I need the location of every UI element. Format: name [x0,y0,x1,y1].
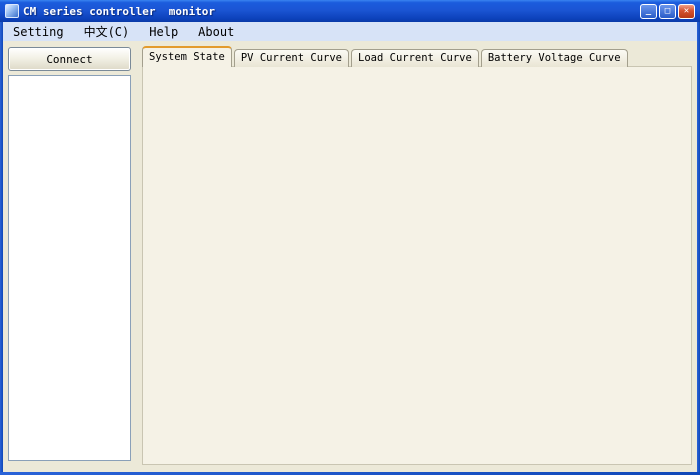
menu-setting[interactable]: Setting [3,23,74,41]
connect-button[interactable]: Connect [8,47,131,71]
system-state-panel [142,66,692,465]
close-button-icon[interactable]: ✕ [678,4,695,19]
window-title: CM series controller monitor [23,5,215,18]
menu-help[interactable]: Help [139,23,188,41]
tab-battery-voltage-curve[interactable]: Battery Voltage Curve [481,49,628,67]
menu-language[interactable]: 中文(C) [74,21,140,42]
title-bar: CM series controller monitor _ □ ✕ [0,0,700,22]
app-icon [5,4,19,18]
app-window: CM series controller monitor _ □ ✕ Setti… [0,0,700,475]
tab-system-state[interactable]: System State [142,46,232,67]
device-list[interactable] [8,75,131,461]
tab-load-current-curve[interactable]: Load Current Curve [351,49,479,67]
tab-pv-current-curve[interactable]: PV Current Curve [234,49,349,67]
menu-about[interactable]: About [188,23,244,41]
tab-strip: System State PV Current Curve Load Curre… [142,47,630,67]
minimize-button-icon[interactable]: _ [640,4,657,19]
maximize-button-icon[interactable]: □ [659,4,676,19]
window-border-left [0,22,3,475]
menu-bar: Setting 中文(C) Help About [3,22,697,41]
